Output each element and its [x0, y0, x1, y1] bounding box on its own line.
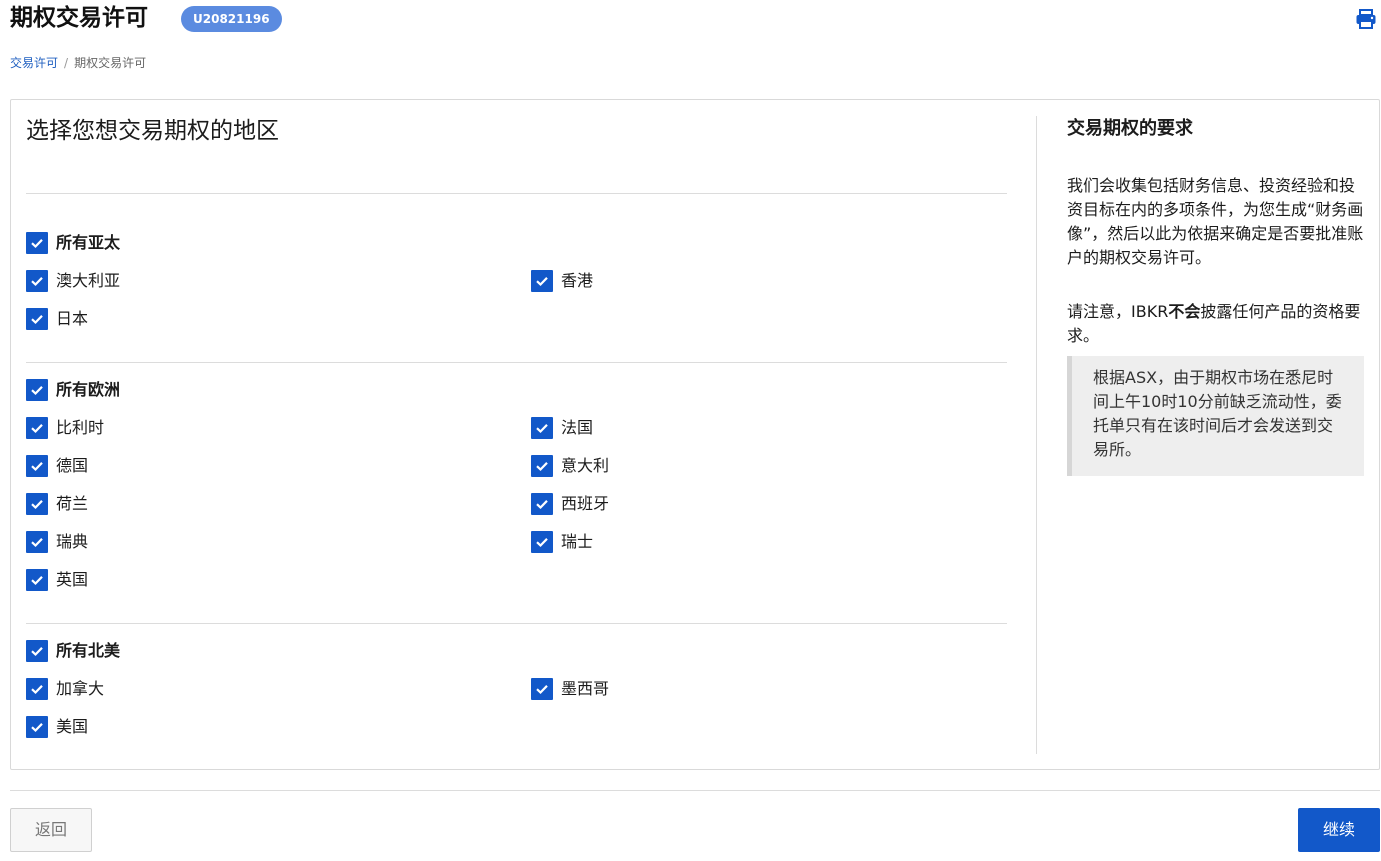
checkbox-label: 所有亚太 — [56, 233, 121, 252]
checkbox-label: 荷兰 — [56, 494, 89, 513]
checkbox-country[interactable]: 加拿大 — [26, 677, 104, 701]
checkbox-all-asia-pacific[interactable]: 所有亚太 — [26, 231, 120, 255]
checkbox-country[interactable]: 美国 — [26, 715, 88, 739]
checkbox-checked-icon[interactable] — [26, 531, 48, 553]
checkbox-label: 西班牙 — [561, 494, 610, 513]
checkbox-label: 比利时 — [56, 418, 105, 437]
breadcrumb-current: 期权交易许可 — [74, 56, 147, 70]
checkbox-label: 墨西哥 — [561, 679, 610, 698]
note-prefix: 请注意，IBKR — [1067, 302, 1169, 321]
checkbox-label: 英国 — [56, 570, 89, 589]
checkbox-label: 法国 — [561, 418, 594, 437]
requirements-title: 交易期权的要求 — [1067, 118, 1193, 139]
checkbox-country[interactable]: 西班牙 — [531, 492, 609, 516]
checkbox-label: 澳大利亚 — [56, 271, 121, 290]
footer-divider — [10, 790, 1380, 791]
checkbox-checked-icon[interactable] — [26, 455, 48, 477]
checkbox-checked-icon[interactable] — [26, 569, 48, 591]
checkbox-checked-icon[interactable] — [531, 270, 553, 292]
requirements-paragraph: 我们会收集包括财务信息、投资经验和投资目标在内的多项条件，为您生成“财务画像”，… — [1067, 176, 1364, 267]
checkbox-checked-icon[interactable] — [531, 678, 553, 700]
breadcrumb-link-trading-permissions[interactable]: 交易许可 — [10, 56, 58, 70]
checkbox-country[interactable]: 比利时 — [26, 416, 104, 440]
requirements-note: 请注意，IBKR不会披露任何产品的资格要求。 — [1067, 300, 1365, 348]
checkbox-label: 瑞典 — [56, 532, 89, 551]
checkbox-checked-icon[interactable] — [26, 640, 48, 662]
checkbox-label: 瑞士 — [561, 532, 594, 551]
back-button[interactable]: 返回 — [10, 808, 92, 852]
page-title: 期权交易许可 — [10, 5, 148, 31]
checkbox-label: 意大利 — [561, 456, 610, 475]
region-selection-panel: 选择您想交易期权的地区 所有亚太 澳大利亚 香港 日本 所有欧洲 比利时 法国 … — [26, 100, 1007, 769]
permissions-card: 选择您想交易期权的地区 所有亚太 澳大利亚 香港 日本 所有欧洲 比利时 法国 … — [10, 99, 1380, 770]
checkbox-all-north-america[interactable]: 所有北美 — [26, 639, 120, 663]
divider — [26, 362, 1007, 363]
checkbox-country[interactable]: 荷兰 — [26, 492, 88, 516]
checkbox-country[interactable]: 法国 — [531, 416, 593, 440]
continue-button[interactable]: 继续 — [1298, 808, 1380, 852]
checkbox-checked-icon[interactable] — [531, 417, 553, 439]
checkbox-country[interactable]: 瑞典 — [26, 530, 88, 554]
vertical-divider — [1036, 116, 1037, 754]
checkbox-country[interactable]: 英国 — [26, 568, 88, 592]
checkbox-checked-icon[interactable] — [26, 716, 48, 738]
checkbox-label: 美国 — [56, 717, 89, 736]
checkbox-label: 所有北美 — [56, 641, 121, 660]
checkbox-country[interactable]: 日本 — [26, 307, 88, 331]
checkbox-label: 日本 — [56, 309, 89, 328]
checkbox-country[interactable]: 澳大利亚 — [26, 269, 120, 293]
checkbox-checked-icon[interactable] — [26, 308, 48, 330]
asx-info-box: 根据ASX，由于期权市场在悉尼时间上午10时10分前缺乏流动性，委托单只有在该时… — [1067, 356, 1364, 476]
checkbox-country[interactable]: 瑞士 — [531, 530, 593, 554]
divider — [26, 623, 1007, 624]
divider — [26, 193, 1007, 194]
checkbox-label: 加拿大 — [56, 679, 105, 698]
breadcrumb: 交易许可 / 期权交易许可 — [10, 55, 146, 71]
checkbox-checked-icon[interactable] — [531, 531, 553, 553]
checkbox-checked-icon[interactable] — [26, 493, 48, 515]
checkbox-checked-icon[interactable] — [531, 455, 553, 477]
printer-icon[interactable] — [1355, 8, 1377, 30]
page-header: 期权交易许可 U20821196 — [10, 0, 1380, 38]
section-title: 选择您想交易期权的地区 — [26, 118, 279, 144]
account-id-badge: U20821196 — [181, 6, 282, 32]
checkbox-label: 德国 — [56, 456, 89, 475]
checkbox-label: 香港 — [561, 271, 594, 290]
note-bold: 不会 — [1168, 302, 1201, 321]
checkbox-checked-icon[interactable] — [26, 270, 48, 292]
checkbox-label: 所有欧洲 — [56, 380, 121, 399]
checkbox-country[interactable]: 墨西哥 — [531, 677, 609, 701]
breadcrumb-separator: / — [64, 56, 69, 70]
checkbox-all-europe[interactable]: 所有欧洲 — [26, 378, 120, 402]
checkbox-checked-icon[interactable] — [26, 678, 48, 700]
checkbox-checked-icon[interactable] — [26, 379, 48, 401]
checkbox-checked-icon[interactable] — [26, 417, 48, 439]
checkbox-country[interactable]: 德国 — [26, 454, 88, 478]
checkbox-country[interactable]: 香港 — [531, 269, 593, 293]
checkbox-checked-icon[interactable] — [26, 232, 48, 254]
checkbox-checked-icon[interactable] — [531, 493, 553, 515]
checkbox-country[interactable]: 意大利 — [531, 454, 609, 478]
